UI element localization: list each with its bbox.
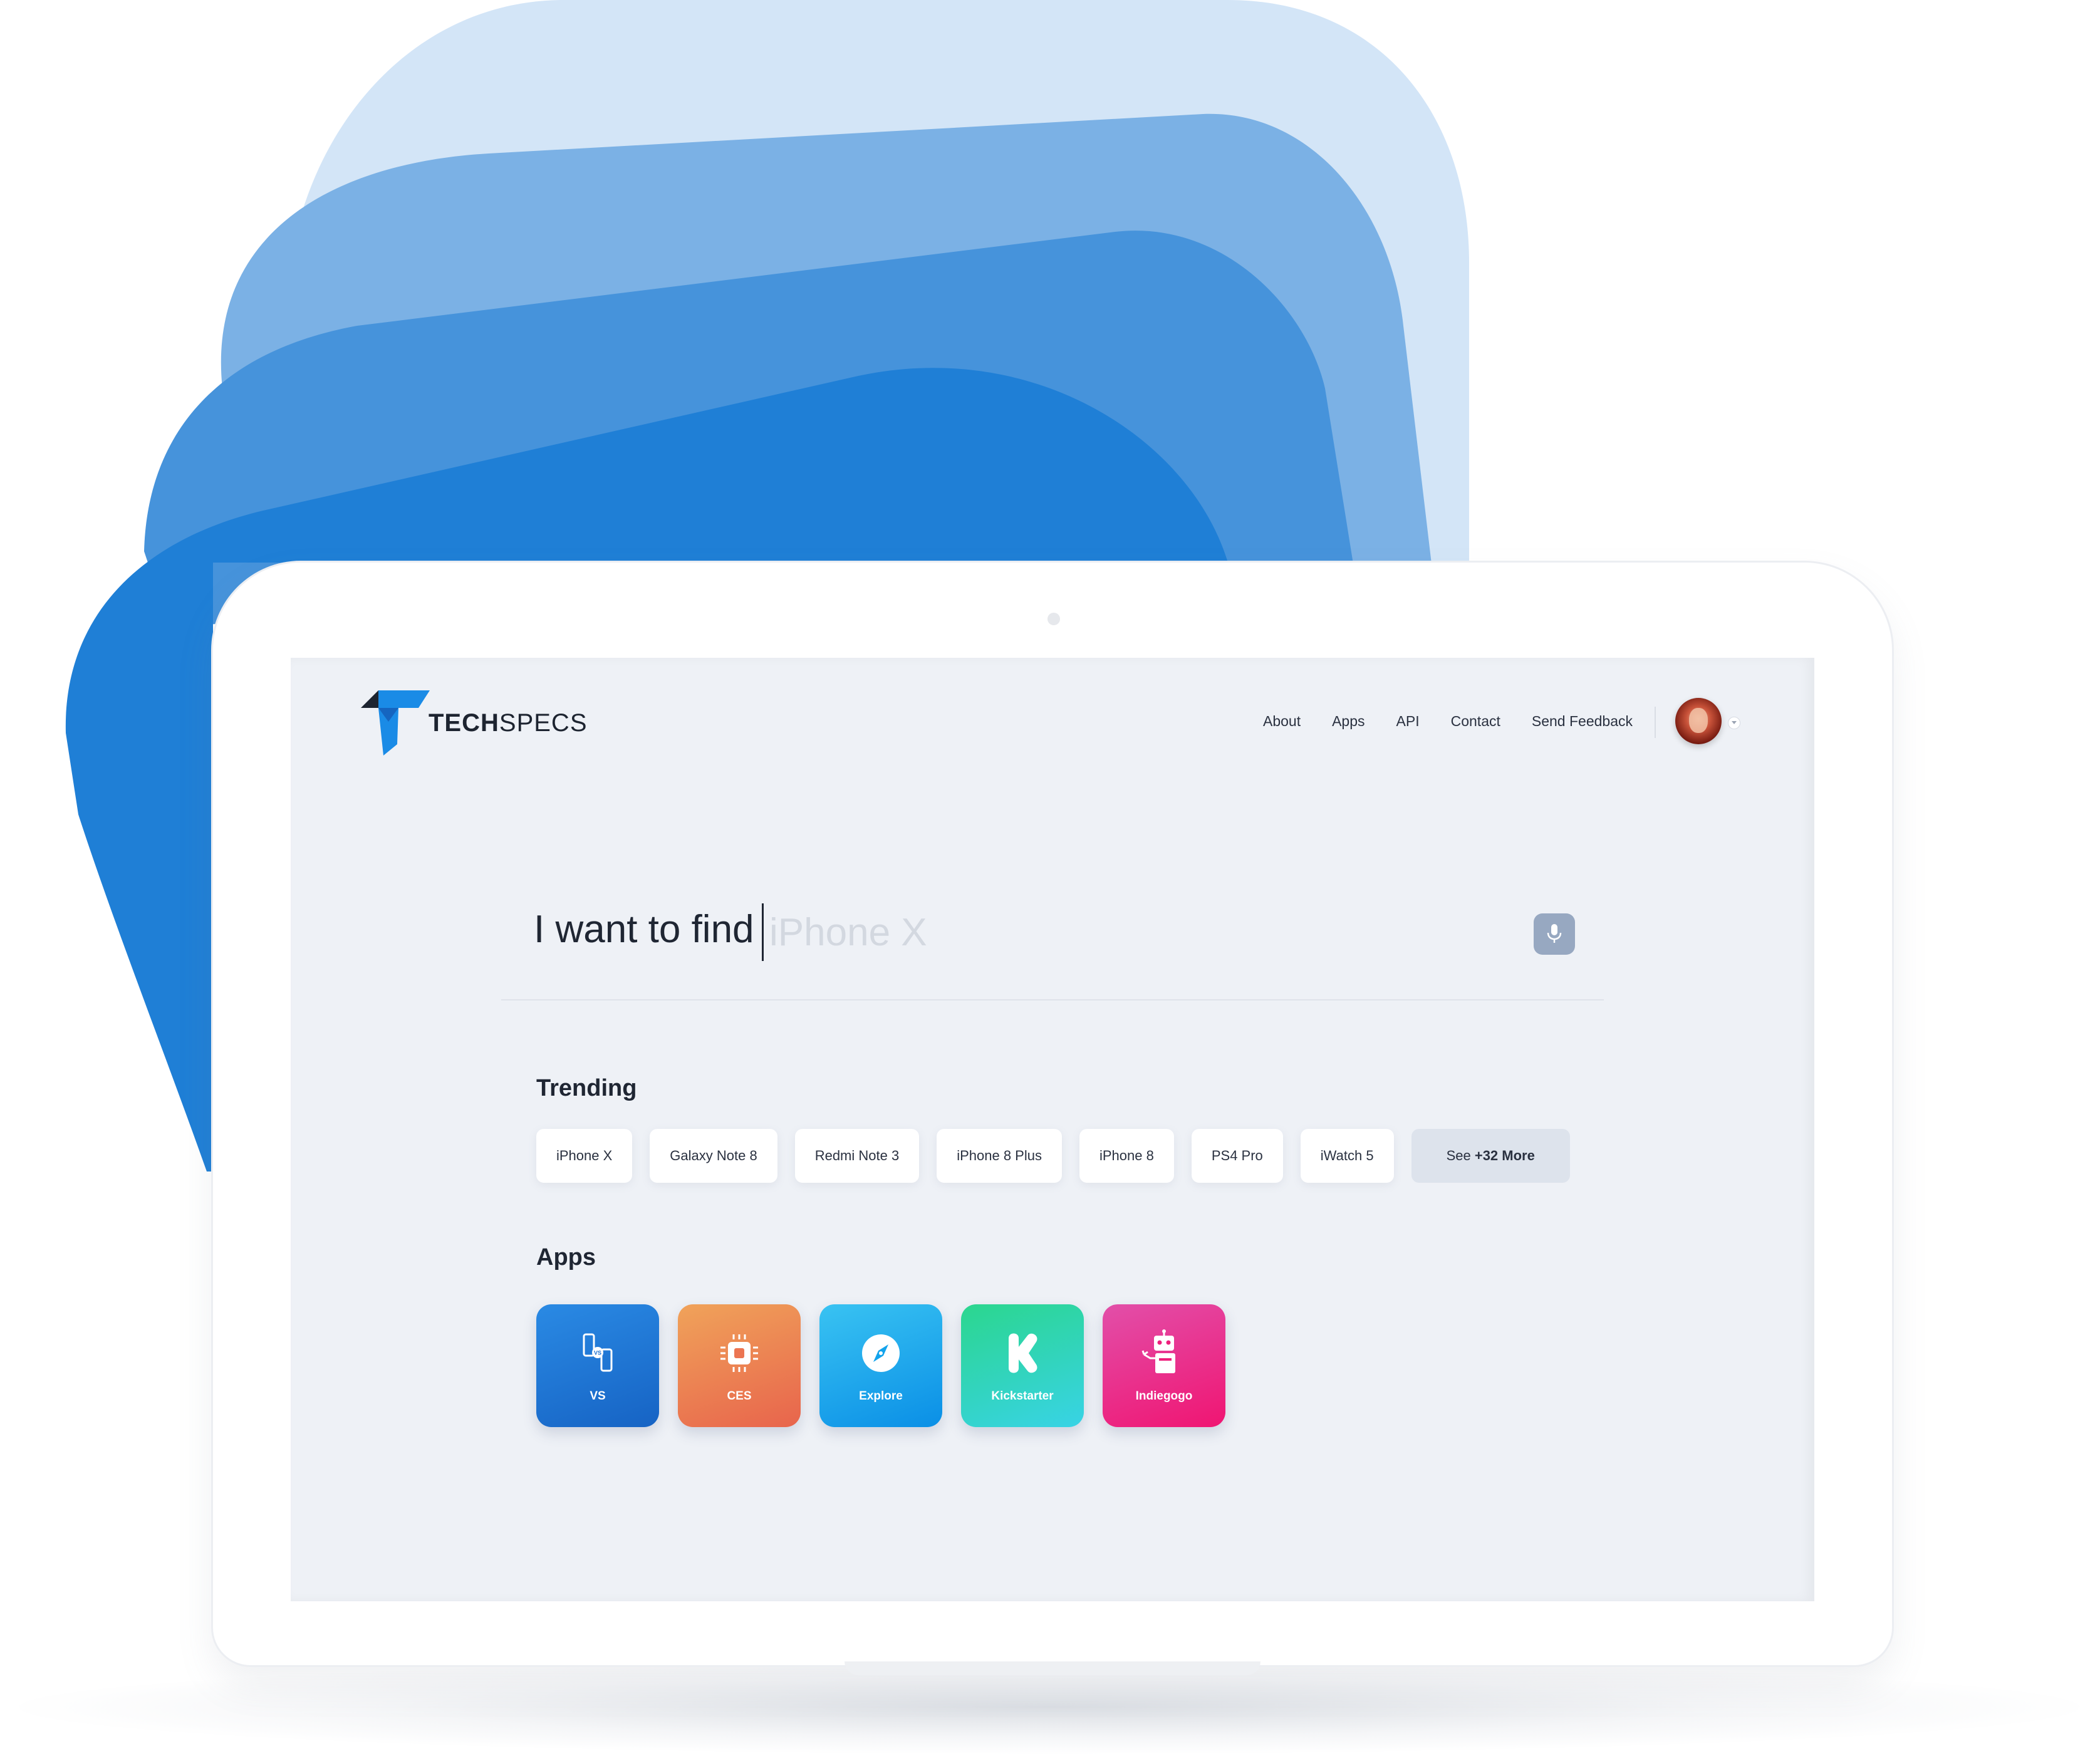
nav-about[interactable]: About: [1263, 713, 1301, 730]
chip-icon: [715, 1329, 763, 1377]
app-tile-indiegogo[interactable]: Indiegogo: [1103, 1304, 1225, 1427]
logo-wordmark: TECHSPECS: [429, 709, 588, 737]
nav-send-feedback[interactable]: Send Feedback: [1532, 713, 1633, 730]
search-underline: [501, 999, 1604, 1000]
svg-text:VS: VS: [594, 1350, 601, 1356]
nav-divider: [1655, 707, 1656, 738]
app-label: Kickstarter: [991, 1390, 1054, 1403]
see-more-prefix: See: [1446, 1148, 1471, 1163]
top-nav: About Apps API Contact Send Feedback: [1232, 713, 1633, 730]
microphone-icon: [1547, 924, 1562, 943]
trending-chip[interactable]: iPhone 8: [1079, 1129, 1174, 1183]
laptop-lip: [845, 1661, 1261, 1675]
avatar-face: [1689, 708, 1708, 733]
app-tile-kickstarter[interactable]: Kickstarter: [961, 1304, 1084, 1427]
user-avatar[interactable]: [1675, 698, 1722, 744]
trending-chip[interactable]: iWatch 5: [1300, 1129, 1394, 1183]
app-tile-ces[interactable]: CES: [678, 1304, 801, 1427]
nav-apps[interactable]: Apps: [1332, 713, 1364, 730]
see-more-count: +32 More: [1474, 1148, 1535, 1163]
voice-search-button[interactable]: [1534, 913, 1575, 955]
trending-chip[interactable]: iPhone 8 Plus: [937, 1129, 1062, 1183]
compass-icon: [857, 1329, 905, 1377]
app-label: CES: [727, 1390, 752, 1403]
apps-heading: Apps: [536, 1244, 596, 1270]
app-screen: TECHSPECS About Apps API Contact Send Fe…: [291, 658, 1814, 1601]
apps-grid: VS VS CES Explore Kickstarter Indiegogo: [536, 1304, 1244, 1427]
search-prefix-label: I want to find: [534, 908, 754, 951]
trending-chips: iPhone X Galaxy Note 8 Redmi Note 3 iPho…: [536, 1129, 1588, 1183]
nav-contact[interactable]: Contact: [1451, 713, 1500, 730]
trending-chip[interactable]: PS4 Pro: [1191, 1129, 1283, 1183]
app-tile-explore[interactable]: Explore: [819, 1304, 942, 1427]
app-label: Explore: [859, 1390, 903, 1403]
app-label: VS: [590, 1390, 606, 1403]
trending-chip[interactable]: iPhone X: [536, 1129, 633, 1183]
robot-icon: [1140, 1329, 1188, 1377]
trending-heading: Trending: [536, 1075, 637, 1101]
see-more-button[interactable]: See +32 More: [1411, 1129, 1570, 1183]
chevron-down-icon[interactable]: [1728, 717, 1740, 729]
app-tile-vs[interactable]: VS VS: [536, 1304, 659, 1427]
text-caret: [762, 903, 764, 961]
kickstarter-k-icon: [999, 1329, 1046, 1377]
trending-chip[interactable]: Redmi Note 3: [794, 1129, 920, 1183]
techspecs-logo[interactable]: TECHSPECS: [361, 690, 588, 756]
nav-api[interactable]: API: [1396, 713, 1420, 730]
trending-chip[interactable]: Galaxy Note 8: [650, 1129, 777, 1183]
app-label: Indiegogo: [1135, 1390, 1193, 1403]
search-input[interactable]: [769, 907, 1271, 957]
techspecs-logo-mark: [361, 690, 430, 756]
versus-phone-icon: VS: [574, 1329, 621, 1377]
camera-dot: [1047, 613, 1060, 625]
